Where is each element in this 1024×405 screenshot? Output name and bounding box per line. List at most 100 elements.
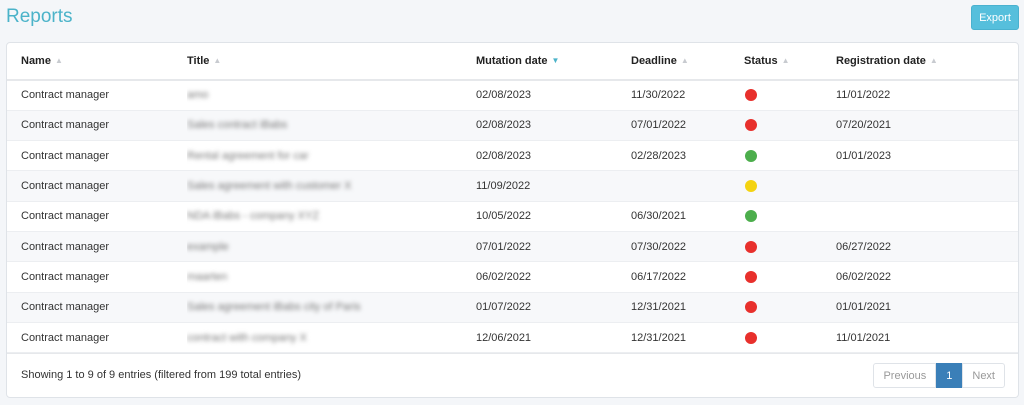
cell-deadline-text: 06/17/2022 bbox=[631, 270, 687, 283]
cell-status bbox=[744, 322, 836, 354]
cell-name: Contract manager bbox=[7, 201, 187, 232]
cell-status bbox=[744, 201, 836, 232]
cell-title-text: NDA iBabs - company XYZ bbox=[187, 210, 320, 223]
table-row[interactable]: Contract manager contract with company X 1… bbox=[7, 322, 1018, 354]
table-row[interactable]: Contract manager example 07/01/2022 07/30/2… bbox=[7, 231, 1018, 263]
cell-title-text: Sales agreement with customer X bbox=[187, 180, 352, 193]
cell-registration-date: 06/27/2022 bbox=[836, 231, 1018, 263]
cell-registration-date: 06/02/2022 bbox=[836, 261, 1018, 293]
table-row[interactable]: Contract manager NDA iBabs - company XYZ 1… bbox=[7, 201, 1018, 232]
header-deadline[interactable]: Deadline ▲︎ bbox=[631, 43, 744, 81]
cell-mutation-date: 01/07/2022 bbox=[476, 292, 631, 323]
cell-title-text: contract with company X bbox=[187, 331, 307, 344]
status-red-dot-icon bbox=[745, 240, 757, 253]
cell-mutation-date-text: 10/05/2022 bbox=[476, 210, 532, 223]
cell-name: Contract manager bbox=[7, 80, 187, 111]
status-yellow-dot-icon bbox=[745, 180, 757, 193]
cell-mutation-date: 06/02/2022 bbox=[476, 261, 631, 293]
cell-name-text: Contract manager bbox=[21, 210, 110, 223]
status-red-dot-icon bbox=[745, 301, 757, 314]
table-row[interactable]: Contract manager Sales contract iBabs 02/0… bbox=[7, 110, 1018, 142]
reports-panel: Name ▲︎ Title ▲︎ Mutation date ▼︎ Deadline ▲… bbox=[6, 42, 1019, 398]
cell-deadline-text: 02/28/2023 bbox=[631, 149, 687, 162]
cell-deadline-text: 06/30/2021 bbox=[631, 210, 687, 223]
cell-title: maarten bbox=[187, 261, 476, 293]
cell-mutation-date-text: 02/08/2023 bbox=[476, 119, 532, 132]
cell-status bbox=[744, 261, 836, 293]
header-name[interactable]: Name ▲︎ bbox=[7, 43, 187, 81]
cell-name-text: Contract manager bbox=[21, 240, 110, 253]
cell-registration-date-text: 01/01/2023 bbox=[836, 149, 892, 162]
cell-deadline-text: 07/01/2022 bbox=[631, 119, 687, 132]
header-mutation-date[interactable]: Mutation date ▼︎ bbox=[476, 43, 631, 81]
status-green-dot-icon bbox=[745, 149, 757, 162]
cell-title-text: amo bbox=[187, 89, 209, 102]
cell-mutation-date-text: 11/09/2022 bbox=[476, 180, 531, 193]
table-row[interactable]: Contract manager Rental agreement for car… bbox=[7, 140, 1018, 172]
cell-name: Contract manager bbox=[7, 261, 187, 293]
cell-deadline-text: 12/31/2021 bbox=[631, 301, 687, 314]
header-status[interactable]: Status ▲︎ bbox=[744, 43, 836, 81]
cell-mutation-date: 02/08/2023 bbox=[476, 80, 631, 111]
cell-name-text: Contract manager bbox=[21, 270, 110, 283]
table-row[interactable]: Contract manager Sales agreement iBabs ci… bbox=[7, 292, 1018, 323]
table-footer: Showing 1 to 9 of 9 entries (filtered fr… bbox=[7, 353, 1018, 397]
cell-mutation-date: 02/08/2023 bbox=[476, 110, 631, 142]
cell-name: Contract manager bbox=[7, 170, 187, 202]
previous-button[interactable]: Previous bbox=[873, 363, 937, 388]
cell-deadline-text: 07/30/2022 bbox=[631, 240, 687, 253]
header-mutation-label: Mutation date bbox=[476, 55, 548, 67]
header-deadline-label: Deadline bbox=[631, 55, 677, 67]
status-green-dot-icon bbox=[745, 210, 757, 223]
header-registration-date[interactable]: Registration date ▲︎ bbox=[836, 43, 1018, 81]
cell-registration-date: 07/20/2021 bbox=[836, 110, 1018, 142]
cell-title-text: Sales contract iBabs bbox=[187, 119, 288, 132]
status-red-dot-icon bbox=[745, 119, 757, 132]
header-name-label: Name bbox=[21, 55, 51, 67]
cell-name-text: Contract manager bbox=[21, 89, 110, 102]
sort-desc-icon: ▼︎ bbox=[551, 56, 560, 65]
cell-mutation-date-text: 12/06/2021 bbox=[476, 331, 532, 344]
cell-name-text: Contract manager bbox=[21, 331, 110, 344]
cell-mutation-date-text: 02/08/2023 bbox=[476, 89, 532, 102]
cell-registration-date: 01/01/2023 bbox=[836, 140, 1018, 172]
cell-registration-date-text: 06/02/2022 bbox=[836, 270, 892, 283]
cell-deadline bbox=[631, 170, 744, 202]
cell-name: Contract manager bbox=[7, 110, 187, 142]
page-title: Reports bbox=[6, 6, 73, 27]
table-row[interactable]: Contract manager amo 02/08/2023 11/30/2022 1… bbox=[7, 80, 1018, 111]
cell-title: contract with company X bbox=[187, 322, 476, 354]
status-red-dot-icon bbox=[745, 89, 757, 102]
cell-deadline: 11/30/2022 bbox=[631, 80, 744, 111]
cell-title-text: example bbox=[187, 240, 229, 253]
cell-deadline-text: 12/31/2021 bbox=[631, 331, 687, 344]
cell-registration-date: 11/01/2021 bbox=[836, 322, 1018, 354]
page-1-button[interactable]: 1 bbox=[936, 363, 963, 388]
cell-name: Contract manager bbox=[7, 322, 187, 354]
table-row[interactable]: Contract manager Sales agreement with cus… bbox=[7, 170, 1018, 202]
cell-deadline: 06/17/2022 bbox=[631, 261, 744, 293]
cell-name-text: Contract manager bbox=[21, 119, 110, 132]
cell-deadline: 12/31/2021 bbox=[631, 292, 744, 323]
table-row[interactable]: Contract manager maarten 06/02/2022 06/17/2… bbox=[7, 261, 1018, 293]
cell-deadline: 02/28/2023 bbox=[631, 140, 744, 172]
cell-status bbox=[744, 231, 836, 263]
cell-mutation-date: 07/01/2022 bbox=[476, 231, 631, 263]
reports-table: Name ▲︎ Title ▲︎ Mutation date ▼︎ Deadline ▲… bbox=[7, 43, 1018, 354]
next-button[interactable]: Next bbox=[962, 363, 1005, 388]
cell-title: Sales contract iBabs bbox=[187, 110, 476, 142]
export-button[interactable]: Export bbox=[971, 5, 1019, 30]
cell-registration-date bbox=[836, 201, 1018, 232]
pagination: Previous 1 Next bbox=[873, 363, 1005, 388]
cell-name: Contract manager bbox=[7, 231, 187, 263]
cell-title: Sales agreement with customer X bbox=[187, 170, 476, 202]
cell-status bbox=[744, 292, 836, 323]
cell-title: example bbox=[187, 231, 476, 263]
cell-deadline-text: 11/30/2022 bbox=[631, 89, 686, 102]
header-title[interactable]: Title ▲︎ bbox=[187, 43, 476, 81]
cell-deadline: 12/31/2021 bbox=[631, 322, 744, 354]
cell-mutation-date: 11/09/2022 bbox=[476, 170, 631, 202]
sort-icon: ▲︎ bbox=[54, 56, 63, 65]
cell-title: NDA iBabs - company XYZ bbox=[187, 201, 476, 232]
cell-name-text: Contract manager bbox=[21, 180, 110, 193]
